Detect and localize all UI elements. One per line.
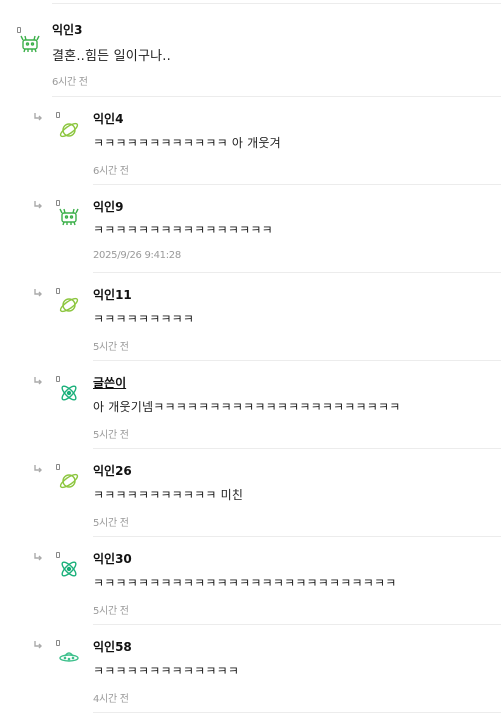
divider bbox=[93, 360, 501, 361]
comment-text: ㅋㅋㅋㅋㅋㅋㅋㅋㅋ bbox=[93, 312, 195, 326]
timestamp: 2025/9/26 9:41:28 bbox=[93, 250, 181, 261]
divider bbox=[52, 96, 501, 97]
planet-icon bbox=[59, 297, 79, 313]
divider bbox=[93, 712, 501, 713]
comment-text: ㅋㅋㅋㅋㅋㅋㅋㅋㅋㅋㅋㅋ 아 개웃겨 bbox=[93, 136, 281, 150]
comment-text: ㅋㅋㅋㅋㅋㅋㅋㅋㅋㅋㅋㅋㅋ bbox=[93, 664, 240, 678]
comment-text: ㅋㅋㅋㅋㅋㅋㅋㅋㅋㅋㅋㅋㅋㅋㅋㅋㅋㅋㅋㅋㅋㅋㅋㅋㅋㅋㅋ bbox=[93, 576, 397, 590]
nickname[interactable]: 익인26 bbox=[93, 462, 132, 479]
crab-icon bbox=[59, 208, 79, 226]
timestamp: 5시간 전 bbox=[93, 342, 129, 353]
nickname[interactable]: 익인9 bbox=[93, 198, 123, 215]
timestamp: 5시간 전 bbox=[93, 518, 129, 529]
reply-arrow-icon bbox=[34, 201, 42, 209]
author-nickname[interactable]: 글쓴이 bbox=[93, 374, 126, 391]
reply-arrow-icon bbox=[34, 377, 42, 385]
ufo-icon bbox=[59, 652, 79, 662]
reply-arrow-icon bbox=[34, 553, 42, 561]
comment-text: 결혼..힘든 일이구나.. bbox=[52, 49, 171, 64]
atom-icon bbox=[61, 561, 77, 577]
comment-text: ㅋㅋㅋㅋㅋㅋㅋㅋㅋㅋㅋ 미친 bbox=[93, 488, 244, 502]
reply-arrow-icon bbox=[34, 289, 42, 297]
comment-text: ㅋㅋㅋㅋㅋㅋㅋㅋㅋㅋㅋㅋㅋㅋㅋㅋ bbox=[93, 223, 273, 237]
divider bbox=[93, 448, 501, 449]
timestamp: 5시간 전 bbox=[93, 430, 129, 441]
timestamp: 4시간 전 bbox=[93, 694, 129, 705]
reply-arrow-icon bbox=[34, 641, 42, 649]
divider bbox=[93, 184, 501, 185]
divider bbox=[93, 536, 501, 537]
timestamp: 6시간 전 bbox=[93, 166, 129, 177]
timestamp: 6시간 전 bbox=[52, 77, 88, 88]
planet-icon bbox=[59, 122, 79, 138]
nickname[interactable]: 익인3 bbox=[52, 21, 82, 38]
timestamp: 5시간 전 bbox=[93, 606, 129, 617]
crab-icon bbox=[20, 35, 40, 53]
reply-arrow-icon bbox=[34, 113, 42, 121]
planet-icon bbox=[59, 473, 79, 489]
divider bbox=[93, 272, 501, 273]
badge-icon bbox=[56, 112, 60, 118]
nickname[interactable]: 익인30 bbox=[93, 550, 132, 567]
nickname[interactable]: 익인58 bbox=[93, 638, 132, 655]
comment-text: 아 개웃기넴ㅋㅋㅋㅋㅋㅋㅋㅋㅋㅋㅋㅋㅋㅋㅋㅋㅋㅋㅋㅋㅋㅋ bbox=[93, 400, 401, 414]
divider bbox=[93, 624, 501, 625]
atom-icon bbox=[61, 385, 77, 401]
reply-arrow-icon bbox=[34, 465, 42, 473]
nickname[interactable]: 익인11 bbox=[93, 286, 132, 303]
nickname[interactable]: 익인4 bbox=[93, 110, 123, 127]
divider bbox=[52, 3, 501, 4]
